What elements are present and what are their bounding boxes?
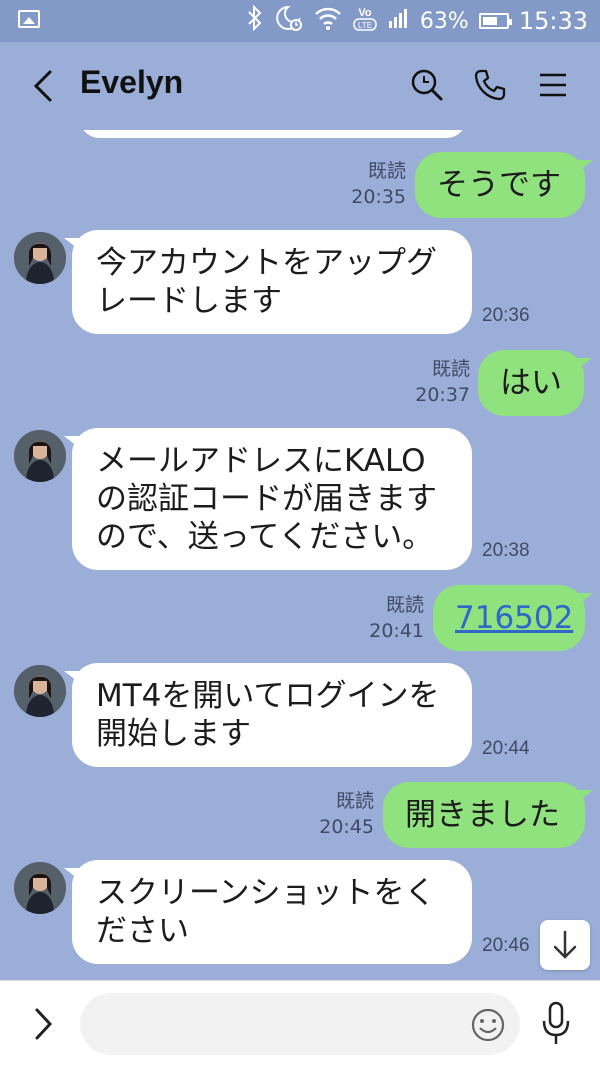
- chat-area[interactable]: 既読 20:35 そうです 今アカウントをアップグ レードします 20:36 既読 2…: [0, 130, 600, 980]
- avatar[interactable]: [14, 862, 66, 914]
- read-receipt: 既読 20:37: [415, 358, 470, 406]
- status-bar: Vo LTE 63% 15:33: [0, 0, 600, 42]
- contact-name: Evelyn: [80, 64, 184, 100]
- avatar[interactable]: [14, 232, 66, 284]
- incoming-message[interactable]: MT4を開いてログインを 開始します: [64, 663, 472, 767]
- back-icon[interactable]: [30, 70, 56, 102]
- scroll-to-bottom-button[interactable]: [540, 920, 590, 970]
- svg-text:Vo: Vo: [358, 7, 372, 19]
- message-input[interactable]: [80, 993, 520, 1055]
- wifi-icon: [314, 6, 342, 36]
- input-bar: [0, 980, 600, 1066]
- volte-icon: Vo LTE: [352, 4, 378, 38]
- expand-icon[interactable]: [32, 1007, 54, 1045]
- scroll-down-icon: [553, 930, 577, 959]
- outgoing-message[interactable]: はい: [478, 350, 592, 416]
- verification-code-link[interactable]: 716502: [455, 600, 573, 636]
- message-time: 20:44: [482, 738, 530, 759]
- incoming-message[interactable]: スクリーンショットをく ださい: [64, 860, 472, 964]
- avatar[interactable]: [14, 665, 66, 717]
- signal-icon: [388, 7, 410, 35]
- incoming-message[interactable]: メールアドレスにKALO の認証コードが届きます ので、送ってください。: [64, 428, 472, 570]
- gallery-icon: [18, 10, 40, 28]
- incoming-message[interactable]: 今アカウントをアップグ レードします: [64, 230, 472, 334]
- previous-message-bubble: [80, 130, 466, 138]
- phone-icon[interactable]: [473, 68, 507, 102]
- message-time: 20:36: [482, 305, 530, 326]
- message-time: 20:46: [482, 935, 530, 956]
- svg-text:LTE: LTE: [358, 21, 372, 30]
- menu-icon[interactable]: [538, 68, 572, 102]
- outgoing-message[interactable]: 開きました: [383, 782, 593, 848]
- bluetooth-icon: [246, 4, 264, 37]
- read-receipt: 既読 20:35: [351, 160, 406, 208]
- chat-header: Evelyn: [0, 42, 600, 130]
- alarm-icon: [274, 4, 304, 38]
- outgoing-message[interactable]: そうです: [415, 152, 593, 218]
- mic-icon[interactable]: [541, 1001, 571, 1051]
- avatar[interactable]: [14, 430, 66, 482]
- message-time: 20:38: [482, 540, 530, 561]
- clock: 15:33: [518, 7, 588, 35]
- read-receipt: 既読 20:45: [319, 790, 374, 838]
- battery-percent: 63%: [419, 8, 469, 34]
- outgoing-message[interactable]: 716502: [433, 585, 593, 651]
- read-receipt: 既読 20:41: [369, 594, 424, 642]
- battery-icon: [478, 13, 512, 29]
- search-icon[interactable]: [410, 68, 444, 102]
- emoji-icon[interactable]: [470, 1007, 506, 1047]
